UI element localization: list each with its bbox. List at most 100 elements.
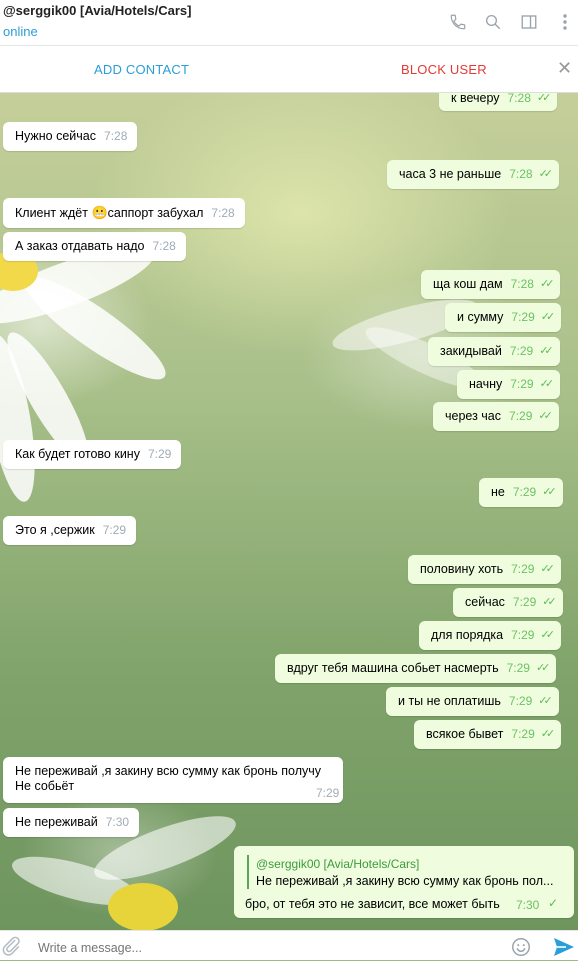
phone-icon[interactable] bbox=[446, 10, 470, 34]
contact-action-bar: ADD CONTACT BLOCK USER ✕ bbox=[0, 46, 578, 93]
read-checks-icon: ✓✓ bbox=[539, 278, 555, 290]
message-time: 7:28 bbox=[510, 277, 534, 291]
chat-title[interactable]: @serggik00 [Avia/Hotels/Cars] bbox=[3, 3, 192, 18]
attach-icon[interactable] bbox=[0, 935, 22, 957]
message-composer bbox=[0, 930, 578, 960]
message-text: начну bbox=[469, 377, 503, 391]
grimace-emoji-icon: 😬 bbox=[91, 205, 108, 220]
message-text: не bbox=[491, 485, 505, 499]
add-contact-button[interactable]: ADD CONTACT bbox=[94, 62, 189, 77]
block-user-button[interactable]: BLOCK USER bbox=[401, 62, 487, 77]
read-checks-icon: ✓✓ bbox=[538, 410, 553, 422]
message-input[interactable] bbox=[36, 937, 480, 959]
message-bubble-out[interactable]: вдруг тебя машина собьет насмерть 7:29 ✓✓ bbox=[275, 654, 557, 683]
quoted-author[interactable]: @serggik00 [Avia/Hotels/Cars] bbox=[256, 857, 419, 871]
online-status: online bbox=[3, 24, 38, 39]
message-time: 7:29 bbox=[511, 562, 535, 576]
message-time: 7:29 bbox=[511, 310, 535, 324]
message-bubble-in[interactable]: Не переживай ,я закину всю сумму как бро… bbox=[3, 757, 343, 803]
message-text: Как будет готово кину bbox=[15, 447, 140, 461]
message-bubble-out[interactable]: к вечеру 7:28 ✓✓ bbox=[439, 93, 558, 111]
message-bubble-out[interactable]: через час 7:29 ✓✓ bbox=[433, 402, 559, 431]
read-checks-icon: ✓✓ bbox=[539, 345, 554, 357]
message-time: 7:29 bbox=[511, 628, 535, 642]
message-text: Не переживай ,я закину всю сумму как бро… bbox=[15, 764, 322, 778]
message-time: 7:29 bbox=[316, 786, 340, 800]
message-bubble-in[interactable]: Это я ,сержик 7:29 bbox=[3, 516, 137, 545]
quoted-text[interactable]: Не переживай ,я закину всю сумму как бро… bbox=[256, 874, 553, 888]
quote-bar bbox=[247, 855, 249, 889]
message-time: 7:29 bbox=[509, 344, 534, 358]
message-bubble-in[interactable]: Не переживай 7:30 bbox=[3, 808, 140, 837]
message-bubble-out[interactable]: часа 3 не раньше 7:28 ✓✓ bbox=[387, 160, 559, 189]
message-bubble-out[interactable]: половину хоть 7:29 ✓✓ bbox=[408, 555, 561, 584]
message-bubble-in[interactable]: Клиент ждёт 😬саппорт забухал 7:28 bbox=[3, 198, 245, 228]
read-checks-icon: ✓✓ bbox=[539, 378, 555, 390]
message-bubble-out[interactable]: закидывай 7:29 ✓✓ bbox=[428, 337, 560, 366]
message-time: 7:28 bbox=[104, 129, 128, 143]
read-checks-icon: ✓✓ bbox=[536, 93, 552, 104]
read-checks-icon: ✓✓ bbox=[540, 311, 556, 323]
read-checks-icon: ✓✓ bbox=[538, 695, 553, 707]
message-text: вдруг тебя машина собьет насмерть bbox=[287, 661, 499, 675]
message-time: 7:29 bbox=[508, 694, 533, 708]
message-text: через час bbox=[445, 409, 502, 423]
message-time: 7:28 bbox=[211, 206, 235, 220]
message-bubble-out[interactable]: и ты не оплатишь 7:29 ✓✓ bbox=[386, 687, 559, 716]
message-time: 7:30 bbox=[105, 815, 130, 829]
close-icon[interactable]: ✕ bbox=[557, 58, 572, 79]
message-time: 7:29 bbox=[511, 727, 535, 741]
read-checks-icon: ✓✓ bbox=[542, 486, 557, 498]
sidebar-icon[interactable] bbox=[517, 10, 541, 34]
reply-message-bubble[interactable]: @serggik00 [Avia/Hotels/Cars] Не пережив… bbox=[234, 846, 574, 918]
message-time: 7:29 bbox=[102, 523, 127, 537]
read-checks-icon: ✓✓ bbox=[538, 168, 554, 180]
message-bubble-in[interactable]: Как будет готово кину 7:29 bbox=[3, 440, 182, 469]
message-bubble-out[interactable]: сейчас 7:29 ✓✓ bbox=[453, 588, 563, 617]
read-checks-icon: ✓✓ bbox=[542, 596, 557, 608]
message-list[interactable]: к вечеру 7:28 ✓✓ Нужно сейчас 7:28 часа 3 н… bbox=[0, 93, 578, 930]
read-checks-icon: ✓✓ bbox=[540, 728, 556, 740]
message-time: 7:29 bbox=[510, 377, 534, 391]
message-bubble-in[interactable]: Нужно сейчас 7:28 bbox=[3, 122, 138, 151]
sent-check-icon: ✓ bbox=[548, 896, 559, 910]
emoji-icon[interactable] bbox=[510, 936, 532, 958]
message-bubble-out[interactable]: для порядка 7:29 ✓✓ bbox=[419, 621, 561, 650]
message-bubble-out[interactable]: ща кош дам 7:28 ✓✓ bbox=[421, 270, 561, 299]
message-text: Нужно сейчас bbox=[15, 129, 97, 143]
message-time: 7:29 bbox=[147, 447, 172, 461]
message-bubble-in[interactable]: А заказ отдавать надо 7:28 bbox=[3, 232, 186, 261]
message-text: ща кош дам bbox=[433, 277, 503, 291]
read-checks-icon: ✓✓ bbox=[535, 662, 551, 674]
message-text: к вечеру bbox=[451, 93, 500, 105]
read-checks-icon: ✓✓ bbox=[540, 563, 555, 575]
message-text: и сумму bbox=[457, 310, 504, 324]
message-text: Клиент ждёт bbox=[15, 206, 88, 220]
message-text: Это я ,сержик bbox=[15, 523, 95, 537]
message-time: 7:29 bbox=[512, 485, 537, 499]
message-time: 7:29 bbox=[506, 661, 530, 675]
message-bubble-out[interactable]: всякое бывет 7:29 ✓✓ bbox=[414, 720, 562, 749]
message-time: 7:29 bbox=[509, 409, 533, 423]
message-time: 7:28 bbox=[509, 167, 533, 181]
message-text: бро, от тебя это не зависит, все может б… bbox=[245, 897, 500, 911]
message-text: для порядка bbox=[431, 628, 504, 642]
message-time: 7:29 bbox=[512, 595, 537, 609]
message-bubble-out[interactable]: не 7:29 ✓✓ bbox=[479, 478, 563, 507]
message-text: закидывай bbox=[440, 344, 502, 358]
message-text: половину хоть bbox=[420, 562, 504, 576]
send-icon[interactable] bbox=[552, 936, 576, 958]
message-text: и ты не оплатишь bbox=[398, 694, 501, 708]
message-time: 7:28 bbox=[152, 239, 176, 253]
message-text: часа 3 не раньше bbox=[399, 167, 502, 181]
chat-header: @serggik00 [Avia/Hotels/Cars] online bbox=[0, 0, 578, 46]
message-bubble-out[interactable]: и сумму 7:29 ✓✓ bbox=[445, 303, 562, 332]
more-icon[interactable] bbox=[553, 10, 577, 34]
message-text: саппорт забухал bbox=[107, 206, 204, 220]
message-time: 7:30 bbox=[516, 898, 540, 912]
message-bubble-out[interactable]: начну 7:29 ✓✓ bbox=[457, 370, 561, 399]
search-icon[interactable] bbox=[481, 10, 505, 34]
read-checks-icon: ✓✓ bbox=[540, 629, 555, 641]
message-time: 7:28 bbox=[507, 93, 531, 105]
message-text: Не переживай bbox=[15, 815, 98, 829]
